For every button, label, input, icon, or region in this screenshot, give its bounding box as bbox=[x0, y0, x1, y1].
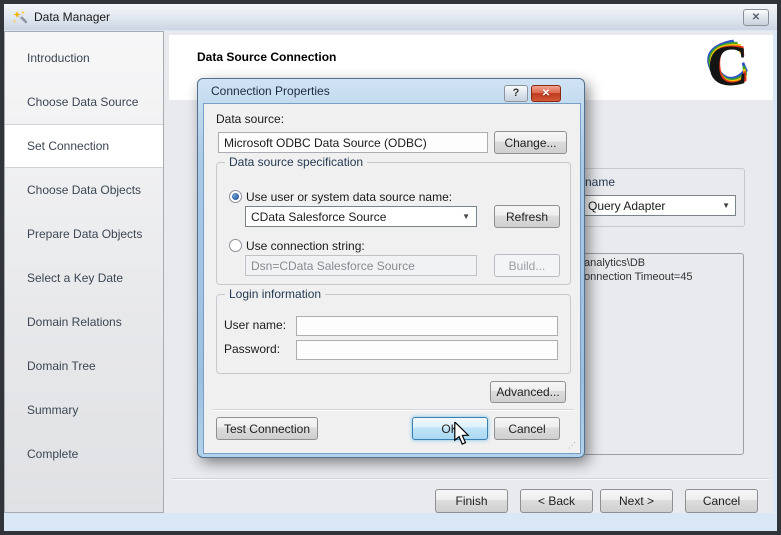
window-title: Data Manager bbox=[34, 10, 110, 24]
use-dsn-radio-label: Use user or system data source name: bbox=[246, 190, 452, 204]
finish-button[interactable]: Finish bbox=[435, 489, 508, 513]
test-connection-button[interactable]: Test Connection bbox=[216, 417, 318, 440]
close-icon: ✕ bbox=[542, 88, 550, 99]
sidebar-item-set-connection[interactable]: Set Connection bbox=[5, 124, 163, 168]
password-field[interactable] bbox=[296, 340, 558, 360]
help-icon: ? bbox=[513, 87, 520, 99]
sidebar-item-choose-data-objects[interactable]: Choose Data Objects bbox=[5, 168, 163, 212]
spec-group-caption: Data source specification bbox=[225, 155, 367, 169]
cdata-logo: C C C C C bbox=[693, 35, 767, 99]
dsn-dropdown-value: CData Salesforce Source bbox=[251, 210, 386, 224]
dialog-title: Connection Properties bbox=[211, 84, 330, 98]
chevron-down-icon: ▼ bbox=[462, 212, 470, 221]
refresh-button[interactable]: Refresh bbox=[494, 205, 560, 228]
footer-separator bbox=[172, 478, 769, 479]
ok-button[interactable]: OK bbox=[412, 417, 488, 440]
advanced-button[interactable]: Advanced... bbox=[490, 381, 566, 403]
sidebar-item-introduction[interactable]: Introduction bbox=[5, 36, 163, 80]
sidebar-item-choose-data-source[interactable]: Choose Data Source bbox=[5, 80, 163, 124]
user-name-field[interactable] bbox=[296, 316, 558, 336]
dialog-cancel-button[interactable]: Cancel bbox=[494, 417, 560, 440]
connection-string-box: Dsn=CData Salesforce Source bbox=[245, 255, 477, 276]
build-button: Build... bbox=[494, 254, 560, 277]
use-connection-string-radio-label: Use connection string: bbox=[246, 239, 365, 253]
page-title: Data Source Connection bbox=[197, 50, 336, 64]
dialog-close-button[interactable]: ✕ bbox=[531, 85, 561, 102]
adapter-dropdown[interactable]: Query Adapter ▼ bbox=[583, 195, 736, 216]
password-label: Password: bbox=[224, 342, 280, 356]
data-source-label: Data source: bbox=[216, 112, 284, 126]
connection-properties-dialog: Connection Properties ? ✕ Data source: M… bbox=[197, 78, 585, 458]
dialog-help-button[interactable]: ? bbox=[504, 85, 528, 102]
change-button[interactable]: Change... bbox=[494, 131, 567, 154]
back-button[interactable]: < Back bbox=[520, 489, 593, 513]
dsn-dropdown[interactable]: CData Salesforce Source ▼ bbox=[245, 206, 477, 227]
titlebar[interactable]: Data Manager bbox=[4, 4, 777, 30]
close-icon: ✕ bbox=[752, 12, 760, 23]
wizard-sidebar: Introduction Choose Data Source Set Conn… bbox=[4, 31, 164, 513]
sidebar-item-select-a-key-date[interactable]: Select a Key Date bbox=[5, 256, 163, 300]
adapter-dropdown-value: Query Adapter bbox=[588, 199, 665, 213]
sidebar-item-complete[interactable]: Complete bbox=[5, 432, 163, 476]
resize-grip[interactable]: ⋰ bbox=[568, 442, 576, 450]
data-source-value-box: Microsoft ODBC Data Source (ODBC) bbox=[218, 132, 488, 153]
connection-info-line2: onnection Timeout=45 bbox=[584, 271, 693, 283]
dialog-client-area: Data source: Microsoft ODBC Data Source … bbox=[203, 103, 581, 454]
chevron-down-icon: ▼ bbox=[722, 201, 730, 210]
radio-dot bbox=[232, 193, 239, 200]
connection-info-line1: analytics\DB bbox=[584, 257, 645, 269]
mouse-cursor bbox=[451, 422, 473, 446]
next-button[interactable]: Next > bbox=[600, 489, 673, 513]
cancel-button[interactable]: Cancel bbox=[685, 489, 758, 513]
adapter-name-label: name bbox=[585, 175, 615, 189]
sidebar-item-prepare-data-objects[interactable]: Prepare Data Objects bbox=[5, 212, 163, 256]
user-name-label: User name: bbox=[224, 318, 286, 332]
sidebar-item-summary[interactable]: Summary bbox=[5, 388, 163, 432]
logo-letter-black: C bbox=[707, 35, 749, 97]
window-close-button[interactable]: ✕ bbox=[743, 9, 769, 26]
sidebar-item-domain-relations[interactable]: Domain Relations bbox=[5, 300, 163, 344]
login-group-caption: Login information bbox=[225, 287, 325, 301]
use-dsn-radio[interactable] bbox=[229, 190, 242, 203]
use-connection-string-radio[interactable] bbox=[229, 239, 242, 252]
sidebar-item-domain-tree[interactable]: Domain Tree bbox=[5, 344, 163, 388]
wand-icon bbox=[13, 10, 30, 27]
dialog-separator bbox=[212, 409, 574, 410]
window-frame: Data Manager ✕ Introduction Choose Data … bbox=[0, 0, 781, 535]
